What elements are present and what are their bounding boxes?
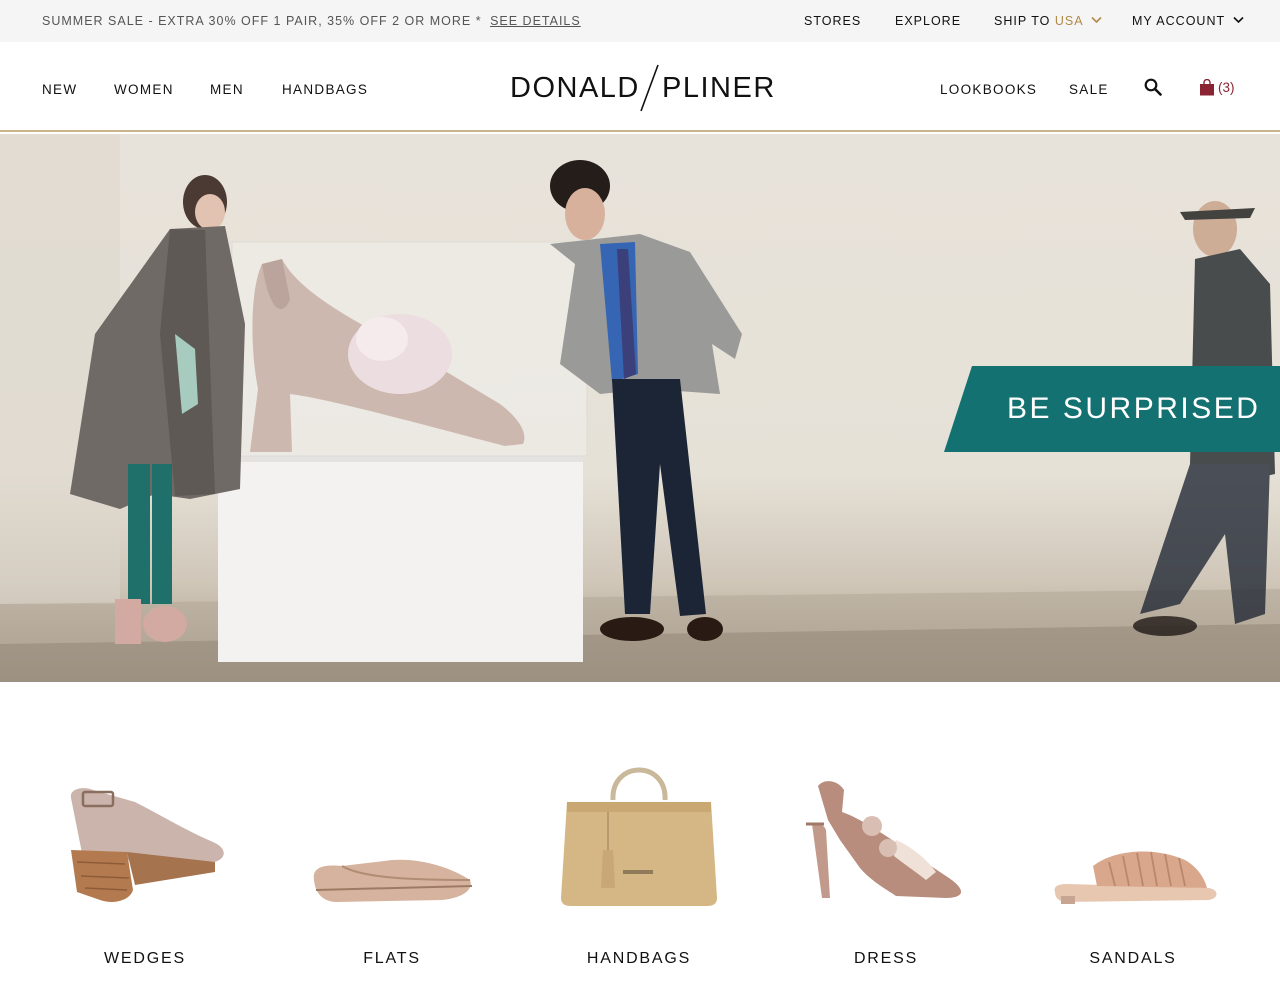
logo-slash-mark (640, 64, 659, 112)
category-wedges[interactable]: WEDGES (35, 740, 255, 980)
cart-button[interactable]: (3) (1199, 78, 1235, 96)
hero-banner[interactable]: BE SURPRISED (0, 134, 1280, 682)
dress-heel-image (806, 781, 962, 898)
my-account-label: MY ACCOUNT (1132, 14, 1225, 28)
logo-text-right: PLINER (662, 72, 776, 104)
main-header: NEW WOMEN MEN HANDBAGS DONALD PLINER LOO… (0, 42, 1280, 132)
chevron-down-icon (1233, 16, 1244, 24)
ship-to-selector[interactable]: SHIP TO USA (994, 14, 1102, 28)
see-details-link[interactable]: SEE DETAILS (490, 14, 581, 28)
nav-handbags[interactable]: HANDBAGS (282, 82, 368, 97)
category-sandals[interactable]: SANDALS (1023, 740, 1243, 980)
category-flats[interactable]: FLATS (282, 740, 502, 980)
cart-count: (3) (1218, 79, 1235, 95)
promo-message: SUMMER SALE - EXTRA 30% OFF 1 PAIR, 35% … (42, 14, 581, 28)
category-label-flats: FLATS (363, 950, 421, 967)
wedge-shoe-image (70, 788, 224, 902)
shopping-bag-icon (1200, 78, 1214, 95)
category-dress[interactable]: DRESS (776, 740, 996, 980)
be-surprised-banner[interactable]: BE SURPRISED (944, 366, 1280, 452)
search-icon[interactable] (1144, 78, 1162, 96)
promo-text: SUMMER SALE - EXTRA 30% OFF 1 PAIR, 35% … (42, 14, 482, 28)
promo-bar: SUMMER SALE - EXTRA 30% OFF 1 PAIR, 35% … (0, 0, 1280, 42)
slide-sandal-image (1054, 851, 1217, 904)
nav-women[interactable]: WOMEN (114, 82, 174, 97)
nav-new[interactable]: NEW (42, 82, 77, 97)
category-label-handbags: HANDBAGS (586, 950, 692, 967)
category-label-wedges: WEDGES (104, 950, 186, 967)
nav-lookbooks[interactable]: LOOKBOOKS (940, 82, 1037, 97)
chevron-down-icon (1091, 16, 1102, 24)
category-handbags[interactable]: HANDBAGS (529, 740, 749, 980)
logo-text-left: DONALD (510, 72, 640, 104)
hero-headline: BE SURPRISED (1007, 392, 1261, 425)
flat-shoe-image (313, 859, 473, 902)
ship-to-country: USA (1054, 14, 1083, 28)
stores-link[interactable]: STORES (804, 14, 861, 28)
nav-men[interactable]: MEN (210, 82, 244, 97)
nav-sale[interactable]: SALE (1069, 82, 1109, 97)
category-label-sandals: SANDALS (1089, 950, 1177, 967)
ship-to-label: SHIP TO (994, 14, 1051, 28)
category-label-dress: DRESS (853, 950, 919, 967)
explore-link[interactable]: EXPLORE (895, 14, 961, 28)
brand-logo[interactable]: DONALD PLINER (510, 64, 774, 112)
handbag-image (561, 767, 717, 906)
my-account-menu[interactable]: MY ACCOUNT (1132, 14, 1244, 28)
